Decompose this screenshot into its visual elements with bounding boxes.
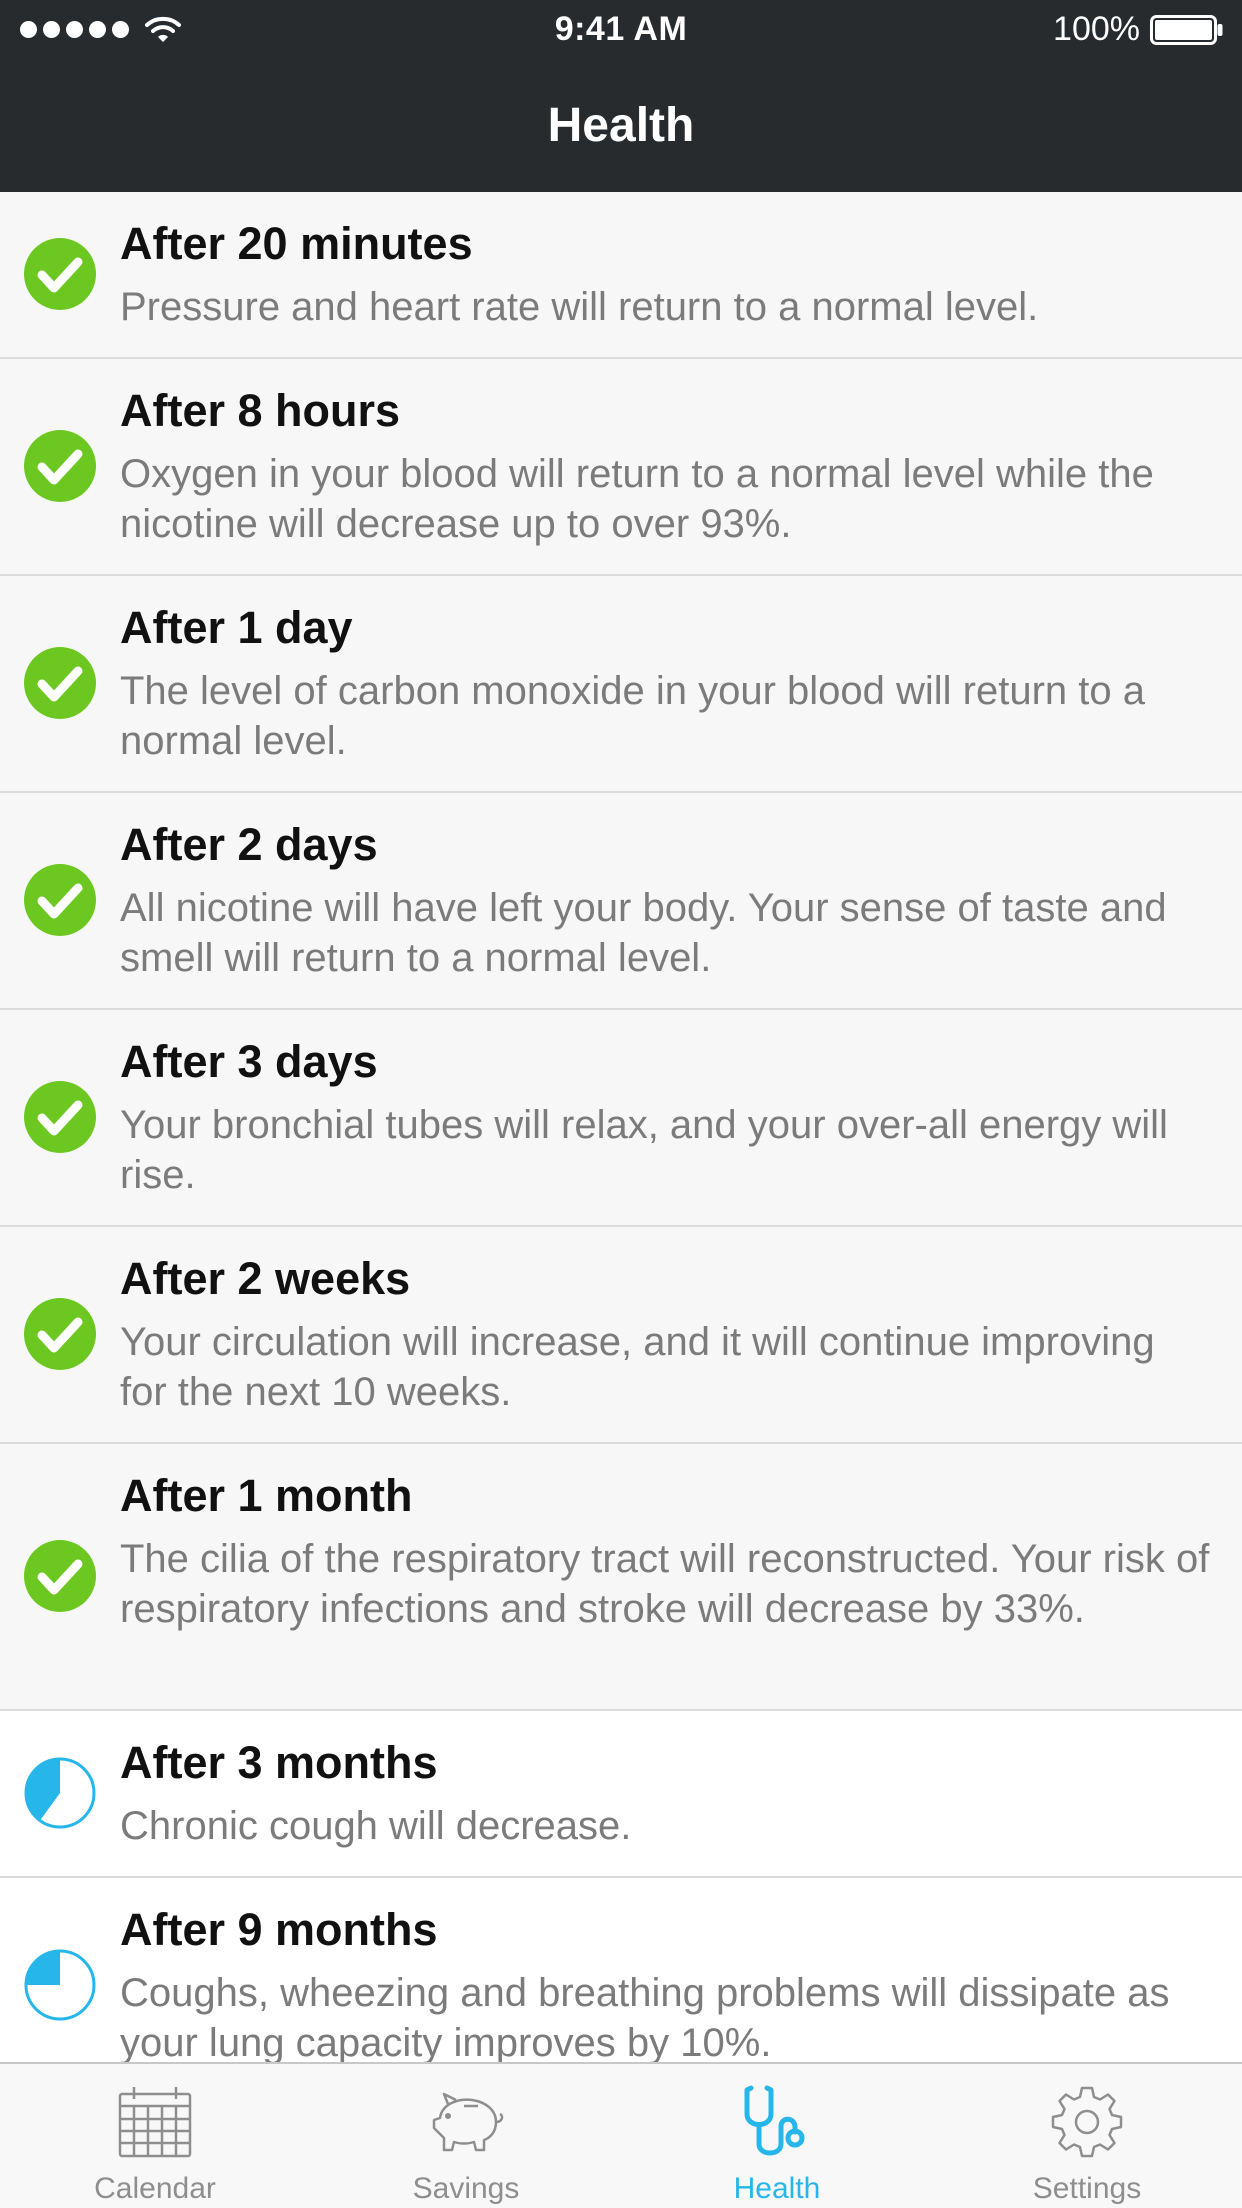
tab-calendar[interactable]: Calendar [0, 2064, 310, 2208]
milestone-title: After 20 minutes [120, 218, 473, 269]
milestone-description: Oxygen in your blood will return to a no… [120, 452, 1154, 546]
milestone-description: Pressure and heart rate will return to a… [120, 285, 1039, 329]
milestone-row[interactable]: After 20 minutes Pressure and heart rate… [0, 192, 1242, 359]
tab-bar: Calendar Savings Health Settings [0, 2062, 1242, 2208]
milestone-title: After 1 month [120, 1470, 413, 1521]
milestone-description: Your bronchial tubes will relax, and you… [120, 1103, 1168, 1197]
milestone-row[interactable]: After 8 hours Oxygen in your blood will … [0, 359, 1242, 576]
check-circle-icon [24, 430, 96, 502]
status-bar: 9:41 AM 100% [0, 0, 1242, 60]
milestone-title: After 2 weeks [120, 1253, 411, 1304]
header: 9:41 AM 100% Health [0, 0, 1242, 192]
milestone-title: After 3 days [120, 1036, 378, 1087]
milestone-row[interactable]: After 1 month The cilia of the respirato… [0, 1444, 1242, 1711]
milestone-row[interactable]: After 3 days Your bronchial tubes will r… [0, 1010, 1242, 1227]
milestone-row[interactable]: After 2 weeks Your circulation will incr… [0, 1227, 1242, 1444]
milestone-row[interactable]: After 2 days All nicotine will have left… [0, 793, 1242, 1010]
tab-label: Settings [1032, 2172, 1142, 2205]
tab-savings[interactable]: Savings [311, 2064, 621, 2208]
check-circle-icon [24, 1540, 96, 1612]
tab-label: Health [733, 2172, 821, 2205]
battery-icon [1150, 15, 1223, 45]
check-circle-icon [24, 1298, 96, 1370]
milestone-description: Your circulation will increase, and it w… [120, 1320, 1155, 1414]
check-circle-icon [24, 864, 96, 936]
milestone-title: After 8 hours [120, 385, 401, 436]
check-circle-icon [24, 238, 96, 310]
health-screen: 9:41 AM 100% Health After 20 minutes Pre… [0, 0, 1242, 2208]
milestone-description: The level of carbon monoxide in your blo… [120, 669, 1145, 763]
milestone-row[interactable]: After 3 months Chronic cough will decrea… [0, 1711, 1242, 1878]
tab-label: Savings [412, 2172, 520, 2205]
battery-percentage: 100% [1053, 10, 1140, 48]
check-circle-icon [24, 647, 96, 719]
milestone-title: After 9 months [120, 1904, 438, 1955]
progress-pie-icon [24, 1757, 96, 1829]
page-title: Health [547, 99, 695, 152]
gear-icon [1051, 2086, 1123, 2158]
tab-label: Calendar [94, 2172, 216, 2205]
milestone-description: The cilia of the respiratory tract will … [120, 1537, 1210, 1631]
milestone-description: Coughs, wheezing and breathing problems … [120, 1971, 1170, 2062]
progress-pie-icon [24, 1949, 96, 2021]
piggy-bank-icon [432, 2092, 504, 2152]
calendar-icon [118, 2087, 192, 2158]
milestone-title: After 2 days [120, 819, 378, 870]
stethoscope-icon [744, 2085, 805, 2156]
tab-settings[interactable]: Settings [932, 2064, 1242, 2208]
milestone-row[interactable]: After 1 day The level of carbon monoxide… [0, 576, 1242, 793]
tab-health[interactable]: Health [622, 2064, 932, 2208]
health-milestone-list[interactable]: After 20 minutes Pressure and heart rate… [0, 192, 1242, 2062]
check-circle-icon [24, 1081, 96, 1153]
milestone-description: All nicotine will have left your body. Y… [120, 886, 1167, 980]
milestone-title: After 3 months [120, 1737, 438, 1788]
milestone-title: After 1 day [120, 602, 353, 653]
milestone-row[interactable]: After 9 months Coughs, wheezing and brea… [0, 1878, 1242, 2062]
milestone-description: Chronic cough will decrease. [120, 1804, 632, 1848]
